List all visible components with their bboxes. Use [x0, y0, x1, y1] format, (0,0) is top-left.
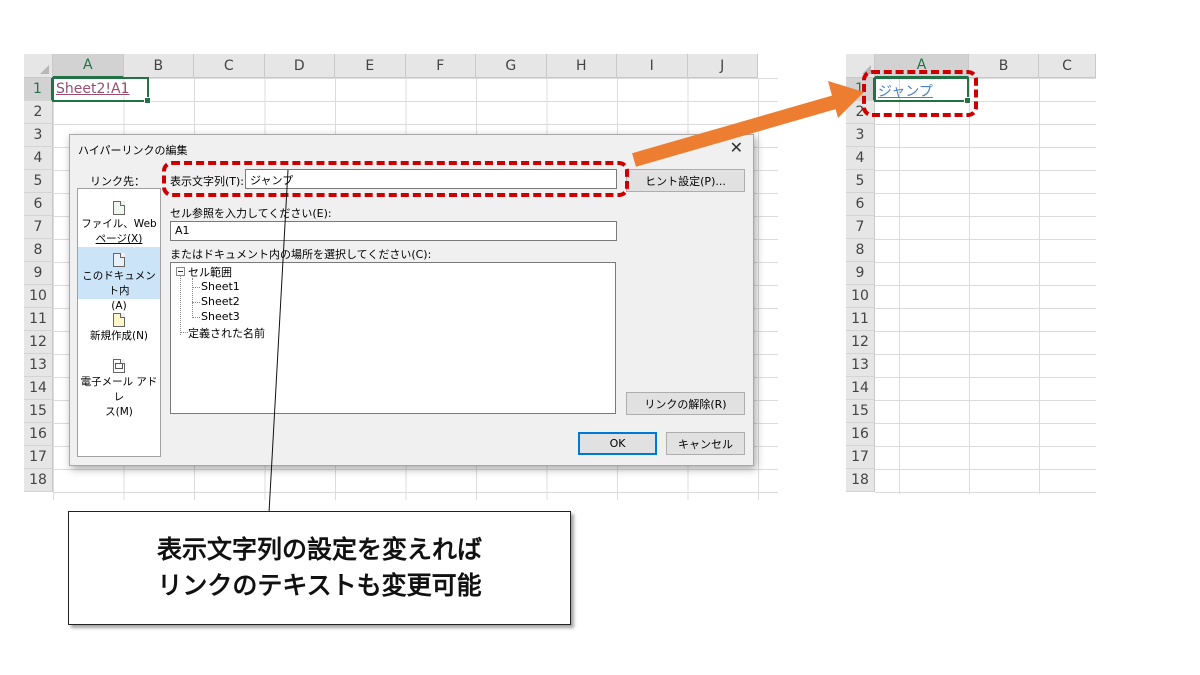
select-all-corner[interactable]: [24, 54, 53, 78]
row-header-12[interactable]: 12: [24, 331, 53, 354]
row-header-7[interactable]: 7: [846, 216, 875, 239]
right-cell-grid[interactable]: [875, 78, 1096, 494]
collapse-icon[interactable]: [176, 267, 185, 276]
row-header-4[interactable]: 4: [846, 147, 875, 170]
callout-line-2: リンクのテキストも変更可能: [157, 571, 482, 600]
row-header-18[interactable]: 18: [24, 469, 53, 492]
result-cell-highlight: [862, 70, 978, 117]
tree-connector: [180, 332, 188, 333]
left-active-cell: [52, 77, 151, 104]
tree-sheet3[interactable]: Sheet3: [201, 310, 240, 323]
row-header-10[interactable]: 10: [24, 285, 53, 308]
link-to-this-document-label2: (A): [111, 300, 127, 312]
cell-reference-value: A1: [175, 224, 190, 237]
cell-reference-label: セル参照を入力してください(E):: [170, 207, 332, 220]
screentip-button[interactable]: ヒント設定(P)...: [626, 169, 745, 192]
tree-sheet1[interactable]: Sheet1: [201, 280, 240, 293]
ok-button-label: OK: [609, 437, 626, 450]
remove-link-button[interactable]: リンクの解除(R): [626, 392, 745, 415]
email-address-icon: [113, 359, 125, 373]
close-icon[interactable]: ✕: [730, 138, 743, 157]
this-document-icon: [113, 253, 125, 267]
column-header-a[interactable]: A: [53, 54, 124, 78]
row-header-7[interactable]: 7: [24, 216, 53, 239]
row-header-8[interactable]: 8: [846, 239, 875, 262]
link-to-email[interactable]: 電子メール アドレ ス(M): [78, 359, 160, 418]
row-header-14[interactable]: 14: [846, 377, 875, 400]
tree-connector: [192, 278, 193, 318]
ok-button[interactable]: OK: [578, 432, 657, 455]
dialog-title: ハイパーリンクの編集: [78, 144, 188, 157]
link-to-label: リンク先：: [90, 175, 145, 188]
row-header-10[interactable]: 10: [846, 285, 875, 308]
link-to-this-document-label1: このドキュメント内: [82, 270, 156, 297]
tree-sheet2[interactable]: Sheet2: [201, 295, 240, 308]
cancel-button-label: キャンセル: [678, 437, 733, 451]
tree-connector: [192, 317, 200, 318]
row-header-2[interactable]: 2: [24, 101, 53, 124]
row-header-9[interactable]: 9: [24, 262, 53, 285]
file-web-icon: [113, 201, 125, 215]
link-to-email-label2: ス(M): [105, 406, 133, 418]
row-header-1[interactable]: 1: [24, 78, 53, 101]
row-header-15[interactable]: 15: [846, 400, 875, 423]
row-header-3[interactable]: 3: [846, 124, 875, 147]
tree-connector: [180, 276, 181, 335]
link-to-new-document[interactable]: 新規作成(N): [78, 313, 160, 345]
tree-cell-range[interactable]: セル範囲: [188, 264, 232, 280]
link-to-file-web-label2: ページ(X): [95, 233, 143, 245]
right-spreadsheet: ABC 1 2 3 4 5 6 7 8 9 10 11 12 13 14 15 16 17 18 ジャンプ: [846, 54, 1096, 494]
column-header-j[interactable]: J: [687, 54, 758, 78]
remove-link-button-label: リンクの解除(R): [644, 397, 727, 411]
link-to-this-document[interactable]: このドキュメント内 (A): [78, 247, 160, 312]
link-to-email-label1: 電子メール アドレ: [80, 376, 158, 403]
cell-reference-field[interactable]: A1: [170, 221, 617, 241]
row-header-11[interactable]: 11: [846, 308, 875, 331]
row-header-6[interactable]: 6: [24, 193, 53, 216]
link-to-file-web[interactable]: ファイル、Web ページ(X): [78, 201, 160, 245]
link-to-panel: ファイル、Web ページ(X) このドキュメント内 (A) 新規作成(N) 電子…: [77, 188, 161, 457]
cancel-button[interactable]: キャンセル: [666, 432, 745, 455]
explanation-callout: 表示文字列の設定を変えれば リンクのテキストも変更可能: [68, 511, 571, 625]
column-header-f[interactable]: F: [405, 54, 476, 78]
column-header-b[interactable]: B: [123, 54, 194, 78]
row-header-9[interactable]: 9: [846, 262, 875, 285]
row-header-17[interactable]: 17: [24, 446, 53, 469]
row-header-17[interactable]: 17: [846, 446, 875, 469]
column-header-h[interactable]: H: [546, 54, 617, 78]
row-header-3[interactable]: 3: [24, 124, 53, 147]
row-header-14[interactable]: 14: [24, 377, 53, 400]
row-header-4[interactable]: 4: [24, 147, 53, 170]
column-header-i[interactable]: I: [617, 54, 688, 78]
row-header-8[interactable]: 8: [24, 239, 53, 262]
row-header-6[interactable]: 6: [846, 193, 875, 216]
row-header-18[interactable]: 18: [846, 469, 875, 492]
callout-line-1: 表示文字列の設定を変えれば: [156, 535, 482, 564]
column-header-c[interactable]: C: [194, 54, 265, 78]
column-header-b[interactable]: B: [969, 54, 1039, 78]
screentip-button-label: ヒント設定(P)...: [645, 174, 726, 188]
row-header-11[interactable]: 11: [24, 308, 53, 331]
tree-connector: [192, 302, 200, 303]
row-header-12[interactable]: 12: [846, 331, 875, 354]
new-document-icon: [113, 313, 125, 327]
row-header-13[interactable]: 13: [846, 354, 875, 377]
row-header-15[interactable]: 15: [24, 400, 53, 423]
column-header-d[interactable]: D: [264, 54, 335, 78]
column-header-g[interactable]: G: [476, 54, 547, 78]
place-in-document-tree[interactable]: セル範囲 Sheet1 Sheet2 Sheet3 定義された名前: [170, 262, 616, 414]
tree-defined-names[interactable]: 定義された名前: [188, 325, 265, 341]
link-to-file-web-label1: ファイル、Web: [81, 218, 157, 230]
place-in-document-label: またはドキュメント内の場所を選択してください(C):: [170, 248, 432, 261]
link-to-new-document-label: 新規作成(N): [89, 330, 149, 342]
display-text-highlight: [162, 161, 629, 197]
row-header-16[interactable]: 16: [24, 423, 53, 446]
column-header-e[interactable]: E: [335, 54, 406, 78]
column-header-c[interactable]: C: [1039, 54, 1096, 78]
row-header-16[interactable]: 16: [846, 423, 875, 446]
row-header-5[interactable]: 5: [846, 170, 875, 193]
row-header-13[interactable]: 13: [24, 354, 53, 377]
row-header-5[interactable]: 5: [24, 170, 53, 193]
tree-connector: [192, 287, 200, 288]
